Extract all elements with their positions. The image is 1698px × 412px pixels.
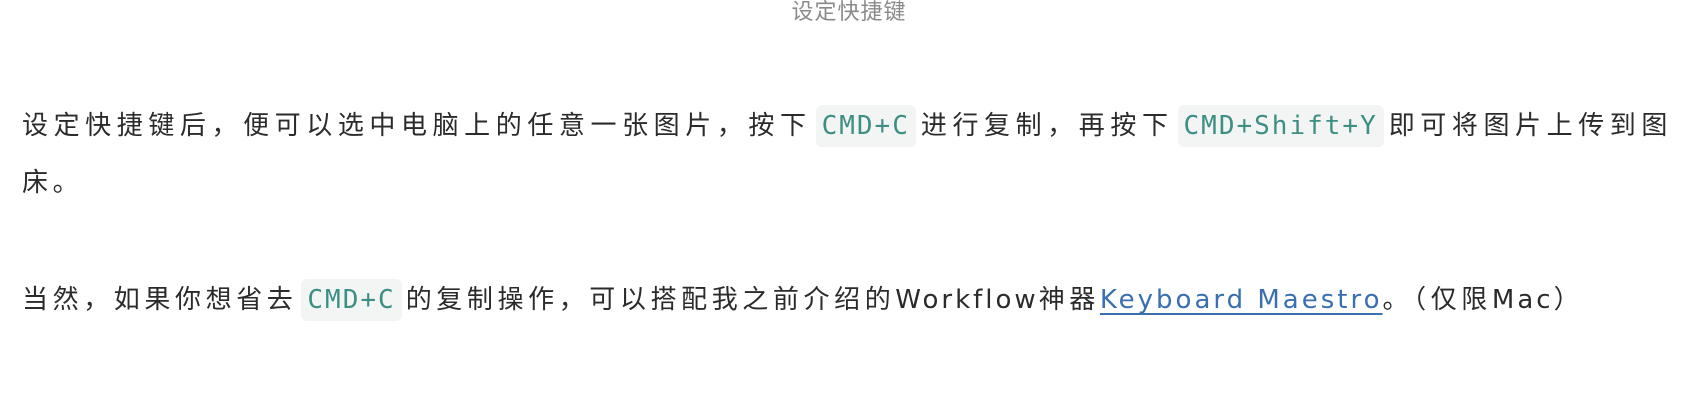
- paragraph-text-latin: Workflow: [895, 285, 1039, 315]
- paragraph-text: ）: [1553, 285, 1585, 315]
- keyboard-maestro-link[interactable]: Keyboard Maestro: [1100, 285, 1383, 315]
- inline-code-copy: CMD+C: [301, 279, 402, 321]
- paragraph-text: 神器: [1038, 285, 1100, 315]
- inline-code-upload: CMD+Shift+Y: [1177, 105, 1384, 147]
- paragraph-text: 当然，如果你想省去: [22, 285, 298, 315]
- paragraph-shortcut-usage: 设定快捷键后，便可以选中电脑上的任意一张图片，按下 CMD+C 进行复制，再按下 CM…: [22, 98, 1672, 212]
- paragraph-text: 进行复制，再按下: [919, 111, 1174, 141]
- image-caption: 设定快捷键: [791, 0, 907, 25]
- paragraph-text-latin: Mac: [1491, 285, 1554, 315]
- paragraph-text: 。（仅限: [1382, 285, 1492, 315]
- paragraph-text: 的复制操作，可以搭配我之前介绍的: [405, 285, 896, 315]
- inline-code-copy: CMD+C: [815, 105, 916, 147]
- paragraph-keyboard-maestro: 当然，如果你想省去 CMD+C 的复制操作，可以搭配我之前介绍的Workflow神器…: [22, 272, 1672, 329]
- paragraph-text: 设定快捷键后，便可以选中电脑上的任意一张图片，按下: [22, 111, 812, 141]
